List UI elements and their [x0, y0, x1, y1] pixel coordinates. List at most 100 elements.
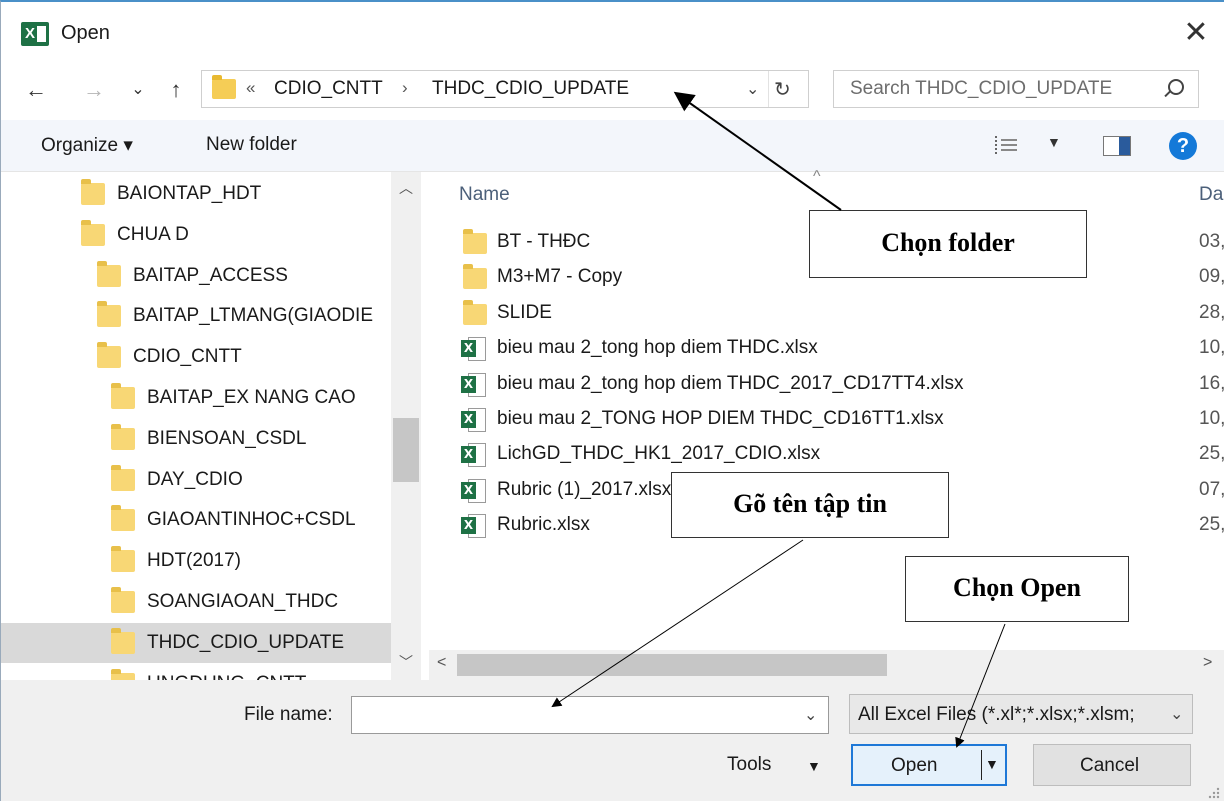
excel-file-icon: X: [461, 478, 487, 504]
excel-file-icon: X: [461, 442, 487, 468]
tree-item-label: THDC_CDIO_UPDATE: [147, 631, 345, 653]
tree-item[interactable]: SOANGIAOAN_THDC: [1, 582, 391, 622]
search-placeholder: Search THDC_CDIO_UPDATE: [850, 78, 1113, 99]
back-arrow-icon[interactable]: ←: [21, 78, 51, 102]
recent-locations-chevron-icon[interactable]: ⌄: [127, 78, 149, 102]
file-type-select[interactable]: All Excel Files (*.xl*;*.xlsx;*.xlsm; ⌄: [849, 694, 1193, 734]
dialog-footer: File name: ⌄ All Excel Files (*.xl*;*.xl…: [1, 680, 1224, 801]
tree-item[interactable]: THDC_CDIO_UPDATE: [1, 622, 391, 663]
file-date: 10,: [1199, 408, 1224, 429]
tree-item[interactable]: BIENSOAN_CSDL: [1, 419, 391, 459]
file-list-row[interactable]: Xbieu mau 2_tong hop diem THDC_2017_CD17…: [461, 368, 1203, 402]
column-header-date[interactable]: Da: [1199, 184, 1223, 206]
cancel-button-label: Cancel: [1080, 755, 1140, 776]
tree-item-label: BAIONTAP_HDT: [117, 183, 262, 204]
scrollbar-thumb[interactable]: [393, 418, 419, 482]
file-type-chevron-icon[interactable]: ⌄: [1170, 704, 1183, 724]
folder-icon: [97, 301, 121, 328]
breadcrumb-thdc-cdio-update[interactable]: THDC_CDIO_UPDATE: [432, 78, 629, 100]
tree-item-label: BAITAP_EX NANG CAO: [147, 387, 356, 408]
tree-item-label: BAITAP_ACCESS: [133, 264, 288, 286]
scroll-left-icon[interactable]: <: [437, 654, 446, 672]
tools-dropdown-icon[interactable]: ▼: [807, 758, 821, 774]
folder-icon: [111, 546, 135, 573]
new-folder-button[interactable]: New folder: [206, 134, 297, 156]
open-dropdown-icon[interactable]: ▼: [985, 756, 999, 772]
tree-item[interactable]: DAY_CDIO: [1, 460, 391, 500]
folder-icon: [111, 668, 135, 680]
breadcrumb-cdio-cntt[interactable]: CDIO_CNTT: [274, 78, 383, 100]
help-icon[interactable]: ?: [1169, 132, 1197, 160]
column-header-name[interactable]: Name: [459, 184, 510, 206]
excel-file-icon: X: [461, 407, 487, 433]
tree-item-label: CDIO_CNTT: [133, 346, 242, 368]
forward-arrow-icon[interactable]: →: [79, 78, 109, 102]
app-icon-letter: X: [25, 25, 36, 42]
tree-item-label: UNGDUNG_CNTT: [147, 673, 306, 680]
navigation-pane: BAIONTAP_HDT CHUA D BAITAP_ACCESS BAITAP_LT…: [1, 172, 421, 680]
file-list-row[interactable]: Xbieu mau 2_TONG HOP DIEM THDC_CD16TT1.x…: [461, 403, 1203, 437]
tree-item-label: DAY_CDIO: [147, 468, 243, 490]
tree-item[interactable]: BAIONTAP_HDT: [1, 174, 391, 214]
file-name: SLIDE: [497, 301, 552, 323]
open-button[interactable]: Open ▼: [851, 744, 1007, 786]
breadcrumb-separator-icon[interactable]: ›: [402, 78, 408, 98]
tools-button[interactable]: Tools: [727, 754, 771, 776]
tree-item[interactable]: UNGDUNG_CNTT: [1, 664, 391, 680]
refresh-icon[interactable]: ↻: [774, 77, 791, 102]
open-split-divider: [981, 750, 982, 780]
file-list-row[interactable]: X LichGD_THDC_HK1_2017_CDIO.xlsx: [461, 438, 1203, 472]
excel-app-icon: X: [21, 22, 49, 46]
folder-icon: [111, 383, 135, 409]
excel-file-icon: X: [461, 336, 487, 362]
tree-item-label: BIENSOAN_CSDL: [147, 427, 307, 449]
folder-icon: [212, 75, 236, 99]
scroll-up-icon[interactable]: ︿: [399, 178, 413, 198]
folder-icon: [111, 587, 135, 613]
title-bar: X Open ✕: [1, 2, 1224, 64]
tree-item[interactable]: CDIO_CNTT: [1, 337, 391, 377]
file-name: bieu mau 2_tong hop diem THDC.xlsx: [497, 337, 818, 359]
preview-pane-icon[interactable]: [1103, 136, 1131, 156]
folder-icon: [81, 219, 105, 246]
up-arrow-icon[interactable]: ↑: [161, 78, 191, 102]
scroll-down-icon[interactable]: ﹀: [399, 652, 413, 672]
tree-item[interactable]: BAITAP_ACCESS: [1, 256, 391, 296]
horizontal-scrollbar-thumb[interactable]: [457, 654, 887, 676]
navigation-scrollbar[interactable]: ︿ ﹀: [391, 172, 421, 680]
tree-item[interactable]: BAITAP_LTMANG(GIAODIE: [1, 296, 391, 336]
view-dropdown-icon[interactable]: ▼: [1047, 134, 1061, 150]
tree-item[interactable]: BAITAP_EX NANG CAO: [1, 378, 391, 418]
file-date: 28,: [1199, 301, 1224, 323]
tree-item[interactable]: CHUA D: [1, 215, 391, 255]
scroll-right-icon[interactable]: >: [1203, 654, 1212, 672]
folder-icon: [463, 229, 487, 254]
file-name-dropdown-chevron-icon[interactable]: ⌄: [804, 705, 817, 725]
search-input[interactable]: Search THDC_CDIO_UPDATE: [833, 70, 1199, 108]
file-name: bieu mau 2_tong hop diem THDC_2017_CD17T…: [497, 372, 964, 394]
tree-item-label: SOANGIAOAN_THDC: [147, 591, 339, 612]
tree-item[interactable]: HDT(2017): [1, 541, 391, 581]
file-date: 10,: [1199, 337, 1224, 359]
cancel-button[interactable]: Cancel: [1033, 744, 1191, 786]
file-list-row[interactable]: SLIDE: [463, 297, 1203, 331]
file-list-row[interactable]: Xbieu mau 2_tong hop diem THDC.xlsx: [461, 332, 1203, 366]
file-list-horizontal-scrollbar[interactable]: < >: [429, 650, 1224, 680]
folder-icon: [111, 627, 135, 654]
tree-item[interactable]: GIAOANTINHOC+CSDL: [1, 500, 391, 540]
breadcrumb-overflow[interactable]: «: [246, 78, 255, 98]
file-date: 09,: [1199, 266, 1224, 288]
file-name: M3+M7 - Copy: [497, 266, 623, 288]
organize-button[interactable]: Organize ▾: [41, 134, 133, 157]
address-bar[interactable]: « CDIO_CNTT › THDC_CDIO_UPDATE ⌄ ↻: [201, 70, 809, 108]
file-name-input[interactable]: ⌄: [351, 696, 829, 734]
file-name: Rubric (1)_2017.xlsx: [497, 478, 672, 500]
search-icon[interactable]: [1168, 79, 1184, 95]
resize-grip-icon[interactable]: [1205, 784, 1221, 800]
view-options-icon[interactable]: [995, 136, 1019, 154]
excel-file-icon: X: [461, 513, 487, 539]
close-button[interactable]: ✕: [1179, 16, 1213, 50]
open-button-label: Open: [891, 755, 938, 776]
folder-icon: [97, 260, 121, 287]
address-dropdown-chevron-icon[interactable]: ⌄: [746, 79, 759, 99]
